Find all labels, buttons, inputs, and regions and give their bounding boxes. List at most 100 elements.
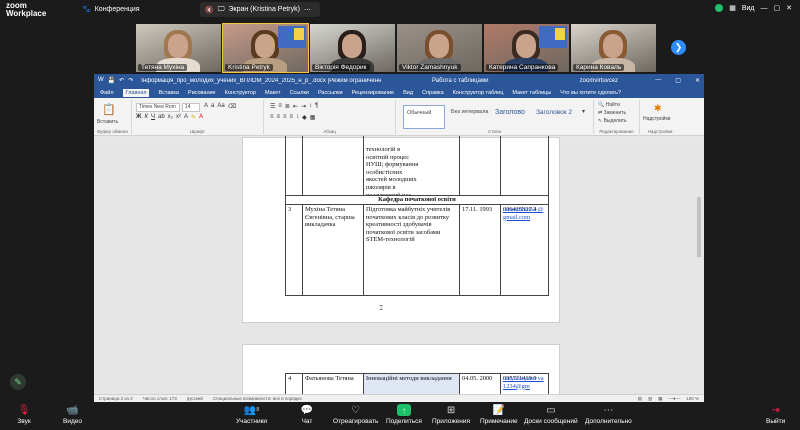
- word-minimize-icon[interactable]: —: [655, 77, 661, 84]
- view-button[interactable]: Вид: [742, 5, 755, 12]
- ribbon-tab[interactable]: Макет таблицы: [512, 90, 551, 96]
- italic-icon[interactable]: К: [144, 114, 148, 121]
- font-color-icon[interactable]: A: [199, 114, 203, 121]
- ribbon-tab[interactable]: Вставка: [158, 90, 178, 96]
- style-normal[interactable]: Обычный: [403, 105, 445, 129]
- bold-icon[interactable]: Ж: [136, 114, 141, 121]
- underline-icon[interactable]: Ч: [151, 114, 155, 121]
- notes-button[interactable]: 📝 Примечание: [480, 404, 518, 426]
- ribbon-tab[interactable]: Что вы хотите сделать?: [560, 90, 621, 96]
- paste-button[interactable]: Вставить: [97, 119, 118, 125]
- borders-icon[interactable]: ▦: [310, 114, 316, 121]
- subscript-icon[interactable]: x₂: [168, 114, 173, 121]
- ribbon-tab[interactable]: Главная: [122, 88, 150, 97]
- style-heading-1[interactable]: Заголово: [492, 105, 532, 129]
- addins-button[interactable]: Надстройки: [643, 116, 670, 122]
- annotate-icon[interactable]: ✎: [10, 374, 26, 390]
- row3-email[interactable]: tanamuhina2 @gmail.com: [501, 204, 549, 296]
- highlight-icon[interactable]: ✎: [191, 114, 196, 121]
- video-tile[interactable]: Тетяна Мухіна: [136, 24, 221, 72]
- zoom-level[interactable]: 100 %: [686, 396, 699, 402]
- save-icon[interactable]: 💾: [108, 77, 115, 84]
- shield-icon[interactable]: [715, 4, 724, 12]
- style-heading-2[interactable]: Заголовок 2: [533, 105, 579, 129]
- more-icon[interactable]: ⋯: [304, 6, 311, 14]
- accessibility-status[interactable]: Специальные возможности: все в порядке: [213, 396, 302, 401]
- change-case-icon[interactable]: Aa: [217, 103, 224, 110]
- bullets-icon[interactable]: ☰: [270, 103, 275, 110]
- grow-font-icon[interactable]: A: [204, 103, 208, 110]
- ribbon-tab[interactable]: Рассылки: [318, 90, 343, 96]
- font-name-select[interactable]: Times New Rom: [136, 103, 180, 112]
- video-button[interactable]: 📹 Видео: [63, 404, 82, 426]
- paste-icon[interactable]: 📋: [102, 103, 116, 116]
- clear-format-icon[interactable]: ⌫: [228, 103, 236, 110]
- find-button[interactable]: 🔍 Найти: [598, 102, 620, 108]
- read-mode-icon[interactable]: ▤: [638, 396, 642, 402]
- scroll-thumb[interactable]: [697, 197, 701, 257]
- ribbon-tab[interactable]: Конструктор: [225, 90, 256, 96]
- strike-icon[interactable]: ab: [158, 114, 165, 121]
- increase-indent-icon[interactable]: ⇥: [301, 103, 306, 110]
- ribbon-tab[interactable]: Рецензирование: [352, 90, 394, 96]
- next-page-button[interactable]: ❯: [671, 40, 686, 55]
- undo-icon[interactable]: ↶: [119, 77, 124, 84]
- web-layout-icon[interactable]: ▦: [658, 396, 662, 402]
- text-effects-icon[interactable]: A: [184, 114, 188, 121]
- font-size-select[interactable]: 14: [182, 103, 200, 112]
- sort-icon[interactable]: ↕: [309, 103, 312, 110]
- zoom-slider[interactable]: —●—: [669, 396, 681, 402]
- participants-button[interactable]: 👥 8 Участники: [236, 404, 267, 426]
- mute-icon[interactable]: 🔇: [205, 6, 214, 14]
- ribbon-tab[interactable]: Рисование: [188, 90, 216, 96]
- shrink-font-icon[interactable]: a: [211, 103, 214, 110]
- align-center-icon[interactable]: ≡: [277, 114, 281, 121]
- pilcrow-icon[interactable]: ¶: [315, 103, 318, 110]
- redo-icon[interactable]: ↷: [128, 77, 133, 84]
- replace-button[interactable]: ⇄ Заменить: [598, 110, 626, 116]
- justify-icon[interactable]: ≡: [290, 114, 294, 121]
- video-tile[interactable]: Карина Коваль: [571, 24, 656, 72]
- ribbon-tab[interactable]: Файл: [100, 90, 114, 96]
- video-tile[interactable]: Kristina Petryk: [222, 23, 309, 73]
- apps-button[interactable]: ⊞ Приложения: [432, 404, 470, 426]
- react-button[interactable]: ♡ Отреагировать: [333, 404, 378, 426]
- print-layout-icon[interactable]: ▥: [648, 396, 652, 402]
- word-maximize-icon[interactable]: ▢: [675, 77, 681, 84]
- whiteboards-button[interactable]: ▭ Доски сообщений: [524, 404, 578, 426]
- decrease-indent-icon[interactable]: ⇤: [293, 103, 298, 110]
- numbering-icon[interactable]: ≡: [278, 103, 282, 110]
- maximize-icon[interactable]: ▢: [774, 4, 781, 12]
- addins-icon[interactable]: ✱: [654, 103, 662, 114]
- close-icon[interactable]: ✕: [786, 4, 792, 12]
- video-tile[interactable]: Катерина Сапранкова: [484, 24, 569, 72]
- video-tile[interactable]: Viktor Zamashnyuk: [397, 24, 482, 72]
- shading-icon[interactable]: ◆: [302, 114, 307, 121]
- share-button[interactable]: ↑ Поделиться: [386, 404, 422, 425]
- multilevel-icon[interactable]: ≣: [285, 103, 290, 110]
- ribbon-tab[interactable]: Макет: [265, 90, 281, 96]
- align-left-icon[interactable]: ≡: [270, 114, 274, 121]
- minimize-icon[interactable]: —: [761, 5, 768, 12]
- audio-button[interactable]: 🎙 Звук: [17, 404, 31, 426]
- select-button[interactable]: ↖ Выделить: [598, 118, 627, 124]
- user-label[interactable]: zoomvirtuvcez: [580, 78, 618, 84]
- chat-button[interactable]: 💬 Чат: [300, 404, 314, 426]
- word-count[interactable]: Число слов: 173: [143, 396, 177, 401]
- ribbon-tab[interactable]: Конструктор таблиц: [453, 90, 504, 96]
- leave-button[interactable]: ⇥ Выйти: [766, 404, 785, 426]
- style-no-spacing[interactable]: Без интервала: [448, 105, 492, 129]
- align-right-icon[interactable]: ≡: [283, 114, 287, 121]
- line-spacing-icon[interactable]: ↕: [296, 114, 299, 121]
- ribbon-tab[interactable]: Вид: [403, 90, 413, 96]
- ribbon-tab[interactable]: Справка: [422, 90, 444, 96]
- screen-share-bar[interactable]: 🔇 🖵 Экран (Kristina Petryk) ⋯: [200, 2, 320, 17]
- superscript-icon[interactable]: x²: [176, 114, 181, 121]
- vertical-scrollbar[interactable]: [696, 137, 702, 394]
- ribbon-tab[interactable]: Ссылки: [290, 90, 309, 96]
- language[interactable]: русский: [187, 396, 203, 401]
- conference-menu[interactable]: 🐾 Конференция: [82, 5, 140, 14]
- more-button[interactable]: ⋯ Дополнительно: [585, 404, 632, 426]
- page-count[interactable]: Страница 2 из 2: [99, 396, 133, 401]
- video-tile[interactable]: Вікторія Федорик: [310, 24, 395, 72]
